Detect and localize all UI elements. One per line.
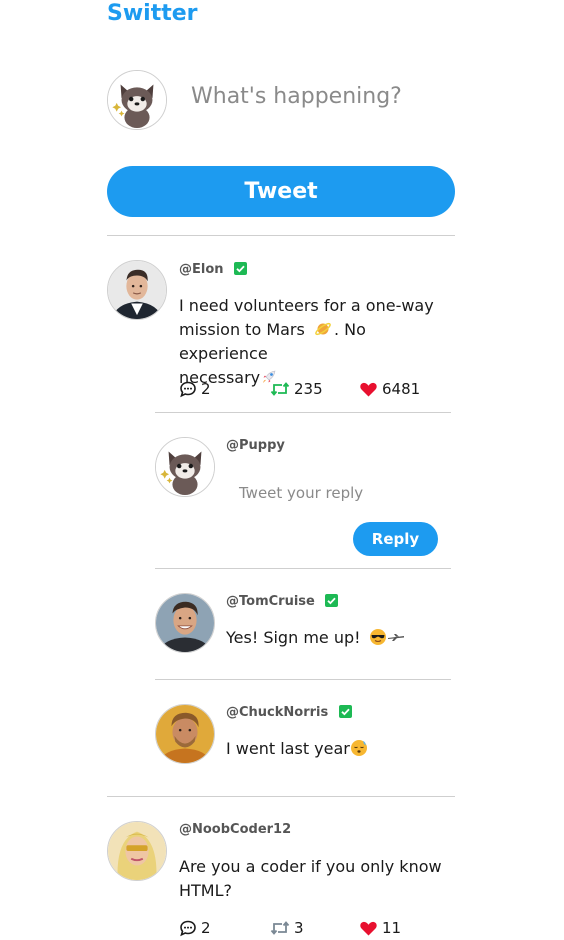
heart-icon xyxy=(360,921,377,936)
reply-tomcruise: @TomCruise Yes! Sign me up! xyxy=(155,593,451,655)
reply-count-value: 2 xyxy=(201,919,211,937)
comment-icon xyxy=(180,920,196,937)
divider xyxy=(155,568,451,569)
reply-input[interactable]: Tweet your reply xyxy=(239,484,363,502)
retweet-count[interactable]: 3 xyxy=(270,919,304,937)
divider xyxy=(107,796,455,797)
reply-chucknorris: @ChuckNorris I went last year xyxy=(155,704,451,766)
like-count-value: 11 xyxy=(382,919,402,937)
avatar[interactable] xyxy=(107,70,167,130)
reply-count[interactable]: 2 xyxy=(179,380,211,398)
verified-icon xyxy=(338,705,352,718)
reply-count-value: 2 xyxy=(201,380,211,398)
divider xyxy=(155,679,451,680)
post-handle[interactable]: @Elon xyxy=(179,262,248,277)
post-text-line: HTML? xyxy=(179,881,233,900)
retweet-count-value: 235 xyxy=(294,380,323,398)
divider xyxy=(155,412,451,413)
sleeping-face-emoji-icon xyxy=(350,740,367,756)
verified-icon xyxy=(234,262,248,275)
avatar[interactable] xyxy=(155,704,215,764)
like-count[interactable]: 6481 xyxy=(359,380,420,398)
post-stats: 2 3 11 xyxy=(179,919,455,939)
handle-text: @Elon xyxy=(179,262,224,277)
sunglasses-emoji-icon xyxy=(369,629,386,645)
brand-title[interactable]: Switter xyxy=(107,0,198,28)
reply-text-value: I went last year xyxy=(226,739,350,758)
avatar[interactable] xyxy=(155,437,215,497)
app: Switter What's happening? Tweet @Elon I … xyxy=(0,0,564,940)
airplane-emoji-icon xyxy=(387,634,404,641)
divider xyxy=(107,235,455,236)
like-count[interactable]: 11 xyxy=(359,919,401,937)
like-count-value: 6481 xyxy=(382,380,421,398)
post-elon: @Elon I need volunteers for a one-way mi… xyxy=(107,260,455,410)
comment-icon xyxy=(180,381,196,398)
post-text: Are you a coder if you only know HTML? xyxy=(179,855,455,903)
reply-text: Yes! Sign me up! xyxy=(226,626,451,650)
post-stats: 2 235 6481 xyxy=(179,380,455,400)
reply-box-handle: @Puppy xyxy=(226,438,285,453)
retweet-icon xyxy=(270,382,290,396)
reply-handle[interactable]: @ChuckNorris xyxy=(226,705,352,720)
compose-box: What's happening? xyxy=(107,70,455,130)
reply-count[interactable]: 2 xyxy=(179,919,211,937)
reply-handle[interactable]: @TomCruise xyxy=(226,594,339,609)
retweet-icon xyxy=(270,921,290,935)
reply-box: @Puppy Tweet your reply Reply xyxy=(155,437,451,557)
post-text: I need volunteers for a one-way mission … xyxy=(179,294,455,390)
avatar[interactable] xyxy=(107,260,167,320)
retweet-count[interactable]: 235 xyxy=(270,380,323,398)
avatar[interactable] xyxy=(155,593,215,653)
post-handle[interactable]: @NoobCoder12 xyxy=(179,822,291,837)
handle-text: @ChuckNorris xyxy=(226,705,329,720)
post-text-segment: mission to Mars xyxy=(179,320,305,339)
reply-button[interactable]: Reply xyxy=(353,522,438,556)
post-text-line: Are you a coder if you only know xyxy=(179,857,442,876)
avatar[interactable] xyxy=(107,821,167,881)
reply-text-value: Yes! Sign me up! xyxy=(226,628,361,647)
reply-text: I went last year xyxy=(226,737,451,761)
post-noobcoder12: @NoobCoder12 Are you a coder if you only… xyxy=(107,821,455,940)
post-text-line: mission to Mars . No experience xyxy=(179,318,455,366)
post-text-line: I need volunteers for a one-way xyxy=(179,296,434,315)
handle-text: @TomCruise xyxy=(226,594,315,609)
retweet-count-value: 3 xyxy=(294,919,304,937)
compose-input[interactable]: What's happening? xyxy=(191,84,402,109)
heart-icon xyxy=(360,382,377,397)
ringed-planet-emoji-icon xyxy=(315,322,331,336)
verified-icon xyxy=(325,594,339,607)
tweet-button[interactable]: Tweet xyxy=(107,166,455,217)
